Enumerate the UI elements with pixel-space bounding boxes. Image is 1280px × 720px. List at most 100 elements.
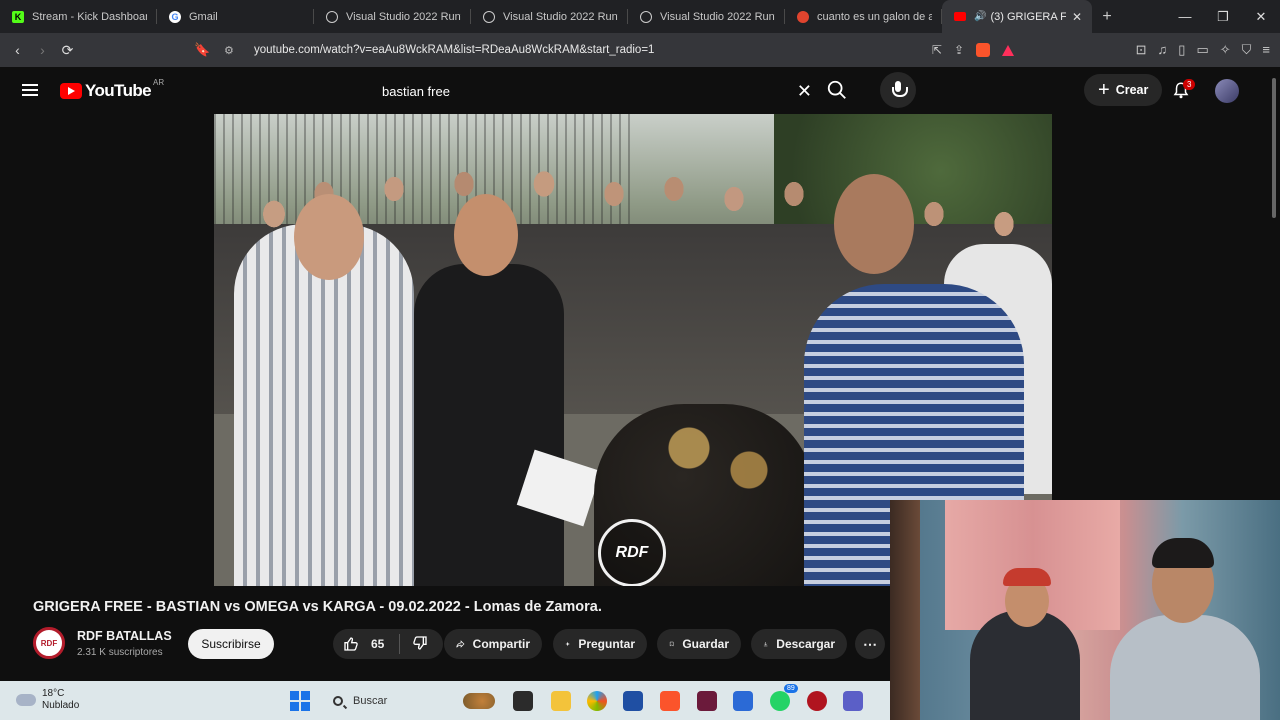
cloud-icon bbox=[16, 694, 36, 706]
brave-shields-icon[interactable] bbox=[976, 43, 990, 57]
tab-kick-dashboard[interactable]: K Stream - Kick Dashboard bbox=[0, 0, 157, 33]
scrollbar-thumb[interactable] bbox=[1272, 78, 1276, 218]
youtube-icon bbox=[954, 12, 966, 21]
share-page-icon[interactable]: ⇪ bbox=[954, 43, 964, 57]
search-icon bbox=[333, 696, 343, 706]
thumbs-down-icon bbox=[413, 635, 427, 650]
taskbar-search[interactable]: Buscar bbox=[325, 689, 503, 713]
tab-visual-studio-3[interactable]: Visual Studio 2022 Runtim bbox=[628, 0, 785, 33]
app-red-icon[interactable] bbox=[807, 691, 827, 711]
weather-widget[interactable]: 18°C Nublado bbox=[16, 688, 79, 712]
search-query[interactable]: bastian free bbox=[382, 84, 450, 99]
copilot-icon[interactable] bbox=[587, 691, 607, 711]
teams-icon[interactable] bbox=[843, 691, 863, 711]
patterned-shirt bbox=[644, 404, 794, 514]
browser-tab-strip: K Stream - Kick Dashboard G Gmail Visual… bbox=[0, 0, 1280, 33]
taskbar-search-placeholder: Buscar bbox=[353, 695, 388, 707]
like-button[interactable]: 65 bbox=[333, 634, 400, 654]
tab-visual-studio-1[interactable]: Visual Studio 2022 Runtim bbox=[314, 0, 471, 33]
dislike-button[interactable] bbox=[400, 635, 428, 654]
vpn-icon[interactable]: ⛉ bbox=[1242, 42, 1252, 58]
streamer-shirt bbox=[1110, 615, 1260, 720]
visual-studio-icon[interactable] bbox=[697, 691, 717, 711]
window-controls: — ❐ ✕ bbox=[1166, 9, 1280, 25]
close-window-icon[interactable]: ✕ bbox=[1242, 9, 1280, 25]
channel-avatar[interactable]: RDF bbox=[33, 627, 65, 659]
task-view-icon[interactable] bbox=[513, 691, 533, 711]
hamburger-menu-icon[interactable] bbox=[22, 84, 38, 96]
tab-title: cuanto es un galon de agu bbox=[817, 10, 932, 23]
temperature: 18°C bbox=[42, 688, 65, 699]
forward-icon[interactable]: › bbox=[30, 42, 55, 58]
close-tab-icon[interactable]: ✕ bbox=[1066, 10, 1082, 24]
tab-brave-search[interactable]: cuanto es un galon de agu bbox=[785, 0, 942, 33]
back-icon[interactable]: ‹ bbox=[5, 42, 30, 58]
minimize-icon[interactable]: — bbox=[1166, 9, 1204, 25]
subscribe-button[interactable]: Suscribirse bbox=[188, 629, 274, 659]
tab-title: Visual Studio 2022 Runtim bbox=[503, 10, 618, 23]
rapper-head bbox=[294, 194, 364, 280]
menu-icon[interactable]: ≡ bbox=[1262, 42, 1270, 58]
create-button[interactable]: + Crear bbox=[1084, 74, 1162, 106]
channel-name[interactable]: RDF BATALLAS bbox=[77, 629, 172, 643]
windows-taskbar: 18°C Nublado Buscar 89 bbox=[0, 681, 890, 720]
reload-icon[interactable]: ⟳ bbox=[55, 42, 80, 59]
tab-title: Gmail bbox=[189, 10, 218, 23]
country-code: AR bbox=[153, 77, 165, 87]
store-icon[interactable] bbox=[623, 691, 643, 711]
weather-condition: Nublado bbox=[42, 700, 80, 711]
more-actions-button[interactable]: ⋯ bbox=[855, 629, 885, 659]
whatsapp-icon[interactable] bbox=[770, 691, 790, 711]
youtube-header: YouTube AR bastian free ✕ + Crear 3 bbox=[0, 67, 1280, 114]
video-title: GRIGERA FREE - BASTIAN vs OMEGA vs KARGA… bbox=[33, 599, 602, 615]
youtube-play-icon bbox=[60, 83, 82, 99]
screenshot-icon[interactable]: ⊡ bbox=[1136, 42, 1147, 58]
tab-visual-studio-2[interactable]: Visual Studio 2022 Runtim bbox=[471, 0, 628, 33]
url-text[interactable]: youtube.com/watch?v=eaAu8WckRAM&list=RDe… bbox=[254, 44, 654, 56]
youtube-logo[interactable]: YouTube AR bbox=[60, 77, 165, 101]
rapper-head bbox=[834, 174, 914, 274]
clear-search-icon[interactable]: ✕ bbox=[797, 81, 812, 102]
sparkle-icon bbox=[565, 641, 570, 647]
tab-gmail[interactable]: G Gmail bbox=[157, 0, 314, 33]
download-button[interactable]: Descargar bbox=[751, 629, 847, 659]
avatar[interactable] bbox=[1215, 79, 1239, 103]
extensions-icon[interactable]: ✧ bbox=[1220, 42, 1231, 58]
tab-title: Visual Studio 2022 Runtim bbox=[346, 10, 461, 23]
brave-browser-icon[interactable] bbox=[660, 691, 680, 711]
sidebar-icon[interactable]: ▯ bbox=[1178, 42, 1185, 58]
new-tab-icon[interactable]: + bbox=[1092, 8, 1122, 26]
tab-title: (3) GRIGERA FREE bbox=[990, 10, 1066, 23]
like-count: 65 bbox=[371, 637, 385, 651]
like-dislike-group: 65 bbox=[333, 629, 443, 659]
download-icon bbox=[763, 642, 768, 647]
whatsapp-badge: 89 bbox=[784, 684, 798, 693]
media-icon[interactable]: ♫ bbox=[1158, 42, 1168, 58]
wallet-icon[interactable]: ▭ bbox=[1196, 42, 1208, 58]
search-input[interactable]: bastian free ✕ bbox=[370, 75, 820, 107]
windows-start-icon[interactable] bbox=[290, 691, 310, 711]
search-icon[interactable] bbox=[826, 79, 848, 101]
voice-search-icon[interactable] bbox=[880, 72, 916, 108]
search-highlight-icon bbox=[463, 693, 495, 709]
globe-icon bbox=[640, 10, 652, 23]
speaker-icon[interactable]: 🔊 bbox=[974, 11, 986, 22]
kick-icon: K bbox=[12, 10, 24, 23]
webcam-overlay bbox=[890, 500, 1280, 720]
ask-label: Preguntar bbox=[578, 637, 635, 651]
restore-icon[interactable]: ❐ bbox=[1204, 9, 1242, 25]
open-in-app-icon[interactable]: ⇱ bbox=[932, 43, 942, 57]
share-button[interactable]: Compartir bbox=[444, 629, 542, 659]
site-info-icon[interactable]: ⚙ bbox=[224, 44, 236, 57]
office-icon[interactable] bbox=[733, 691, 753, 711]
tab-youtube-active[interactable]: 🔊 (3) GRIGERA FREE ✕ bbox=[942, 0, 1092, 33]
subscriber-count: 2.31 K suscriptores bbox=[77, 647, 163, 658]
brave-rewards-icon[interactable] bbox=[1002, 44, 1014, 56]
ask-button[interactable]: Preguntar bbox=[553, 629, 647, 659]
address-bar[interactable]: ⚙ youtube.com/watch?v=eaAu8WckRAM&list=R… bbox=[224, 39, 1014, 61]
rapper-black-shirt bbox=[414, 264, 564, 586]
bookmark-icon[interactable]: 🔖 bbox=[190, 42, 215, 58]
file-explorer-icon[interactable] bbox=[551, 691, 571, 711]
save-button[interactable]: Guardar bbox=[657, 629, 741, 659]
tab-title: Stream - Kick Dashboard bbox=[32, 10, 147, 23]
